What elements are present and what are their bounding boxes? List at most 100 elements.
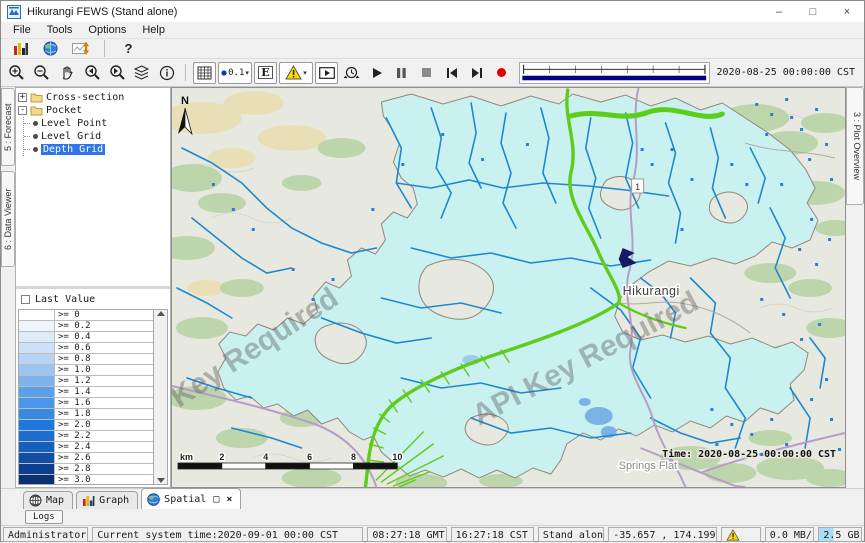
- legend-row-label: >= 3.0: [55, 475, 91, 485]
- info-icon[interactable]: [155, 62, 178, 84]
- warnings-dropdown[interactable]: ▾: [279, 62, 313, 84]
- minimize-button[interactable]: –: [762, 1, 796, 22]
- tab-map[interactable]: Map: [23, 491, 73, 509]
- scroll-down-icon[interactable]: [157, 478, 165, 483]
- data-viewer-panel: + Cross-section - Pocket Level Point Lev…: [15, 87, 171, 488]
- right-tab-strip: 3 : Plot Overview: [846, 87, 864, 488]
- time-slider[interactable]: [519, 62, 710, 84]
- legend-row-label: >= 2.6: [55, 453, 91, 463]
- legend-panel: Last Value >= 0>= 0.2>= 0.4>= 0.6>= 0.8>…: [16, 289, 170, 487]
- legend-swatch: [19, 343, 55, 353]
- legend-swatch: [19, 475, 55, 485]
- pause-button[interactable]: [390, 62, 413, 84]
- tab-spatial[interactable]: Spatial □ ×: [141, 488, 241, 509]
- bullet-icon: [33, 121, 38, 126]
- legend-row[interactable]: >= 1.6: [19, 398, 153, 409]
- tab-spatial-label: Spatial: [164, 494, 206, 505]
- zoom-in-icon[interactable]: [5, 62, 28, 84]
- toolbar-separator: [185, 64, 186, 81]
- legend-row-label: >= 0.4: [55, 332, 91, 342]
- menu-options[interactable]: Options: [80, 23, 134, 37]
- grid-display-toggle[interactable]: [193, 62, 216, 84]
- step-forward-button[interactable]: [465, 62, 488, 84]
- tree-node-label: Pocket: [46, 105, 82, 116]
- status-warning-cell[interactable]: [721, 527, 761, 542]
- zoom-out-icon[interactable]: [30, 62, 53, 84]
- legend-row[interactable]: >= 0.8: [19, 354, 153, 365]
- animation-window-button[interactable]: [315, 62, 338, 84]
- legend-row[interactable]: >= 2.8: [19, 464, 153, 475]
- legend-row[interactable]: >= 1.0: [19, 365, 153, 376]
- map-canvas[interactable]: 1 API Key Required API Key Required N Hi…: [171, 87, 846, 488]
- zoom-previous-icon[interactable]: [80, 62, 103, 84]
- timeseries-display-icon[interactable]: [69, 38, 92, 60]
- help-button[interactable]: ?: [117, 38, 140, 60]
- legend-row-label: >= 0: [55, 310, 80, 320]
- tab-data-viewer[interactable]: 6 : Data Viewer: [1, 171, 15, 267]
- menu-tools[interactable]: Tools: [39, 23, 81, 37]
- menu-file[interactable]: File: [5, 23, 39, 37]
- status-coordinates: -35.657 , 174.199: [608, 527, 717, 542]
- collapse-icon[interactable]: -: [18, 106, 27, 115]
- maximize-button[interactable]: □: [796, 1, 830, 22]
- window-title: Hikurangi FEWS (Stand alone): [27, 6, 177, 18]
- tab-plot-overview[interactable]: 3 : Plot Overview: [846, 87, 864, 205]
- last-value-checkbox[interactable]: [21, 295, 30, 304]
- contour-threshold-dropdown[interactable]: 0.1 ▾: [218, 62, 252, 84]
- current-time-label: 2020-08-25 00:00:00 CST: [716, 67, 860, 78]
- legend-row[interactable]: >= 2.2: [19, 431, 153, 442]
- layers-icon[interactable]: [130, 62, 153, 84]
- scroll-up-icon[interactable]: [157, 311, 165, 316]
- legend-scrollbar[interactable]: [154, 309, 168, 485]
- tree-node-depth-grid[interactable]: Depth Grid: [24, 143, 168, 156]
- tab-graph[interactable]: Graph: [76, 491, 138, 509]
- legend-row[interactable]: >= 0.6: [19, 343, 153, 354]
- stop-button[interactable]: [415, 62, 438, 84]
- town-label: Hikurangi: [623, 284, 680, 298]
- chevron-down-icon: ▾: [303, 69, 307, 77]
- legend-row[interactable]: >= 3.0: [19, 475, 153, 485]
- svg-text:2: 2: [219, 452, 224, 462]
- highway-shield: 1: [632, 179, 644, 193]
- legend-row[interactable]: >= 2.6: [19, 453, 153, 464]
- legend-row[interactable]: >= 1.2: [19, 376, 153, 387]
- step-back-button[interactable]: [440, 62, 463, 84]
- tree-node-cross-section[interactable]: + Cross-section: [18, 91, 168, 104]
- tree-node-level-grid[interactable]: Level Grid: [24, 130, 168, 143]
- bottom-tab-bar: Map Graph Spatial □ ×: [1, 488, 864, 509]
- legend-row-label: >= 2.0: [55, 420, 91, 430]
- status-throughput: 0.0 MB/s: [765, 527, 815, 542]
- legend-row[interactable]: >= 0.2: [19, 321, 153, 332]
- logs-button[interactable]: Logs: [25, 510, 63, 524]
- record-button[interactable]: [490, 62, 513, 84]
- tab-maximize-icon[interactable]: □: [213, 494, 219, 505]
- legend-swatch: [19, 431, 55, 441]
- status-system-time: Current system time:2020-09-01 00:00 CST: [92, 527, 363, 542]
- pan-hand-icon[interactable]: [55, 62, 78, 84]
- legend-row[interactable]: >= 2.4: [19, 442, 153, 453]
- legend-row-label: >= 0.8: [55, 354, 91, 364]
- tab-close-icon[interactable]: ×: [226, 494, 232, 505]
- expand-icon[interactable]: +: [18, 93, 27, 102]
- play-button[interactable]: [365, 62, 388, 84]
- close-button[interactable]: ×: [830, 1, 864, 22]
- zoom-next-icon[interactable]: [105, 62, 128, 84]
- database-viewer-icon[interactable]: [9, 38, 32, 60]
- legend-row[interactable]: >= 2.0: [19, 420, 153, 431]
- animation-settings-icon[interactable]: [340, 62, 363, 84]
- app-logo-icon: [7, 5, 21, 19]
- legend-row[interactable]: >= 0: [19, 310, 153, 321]
- legend-swatch: [19, 354, 55, 364]
- main-area: 5 : Forecast 6 : Data Viewer + Cross-sec…: [1, 87, 864, 488]
- legend-swatch: [19, 409, 55, 419]
- legend-row[interactable]: >= 1.8: [19, 409, 153, 420]
- tree-node-pocket[interactable]: - Pocket: [18, 104, 168, 117]
- place-label: Springs Flat: [619, 460, 677, 472]
- menu-help[interactable]: Help: [134, 23, 173, 37]
- legend-row[interactable]: >= 1.4: [19, 387, 153, 398]
- map-display-icon[interactable]: [39, 38, 62, 60]
- editor-toggle[interactable]: E: [254, 62, 277, 84]
- tab-forecast[interactable]: 5 : Forecast: [1, 88, 15, 166]
- tree-node-level-point[interactable]: Level Point: [24, 117, 168, 130]
- legend-row[interactable]: >= 0.4: [19, 332, 153, 343]
